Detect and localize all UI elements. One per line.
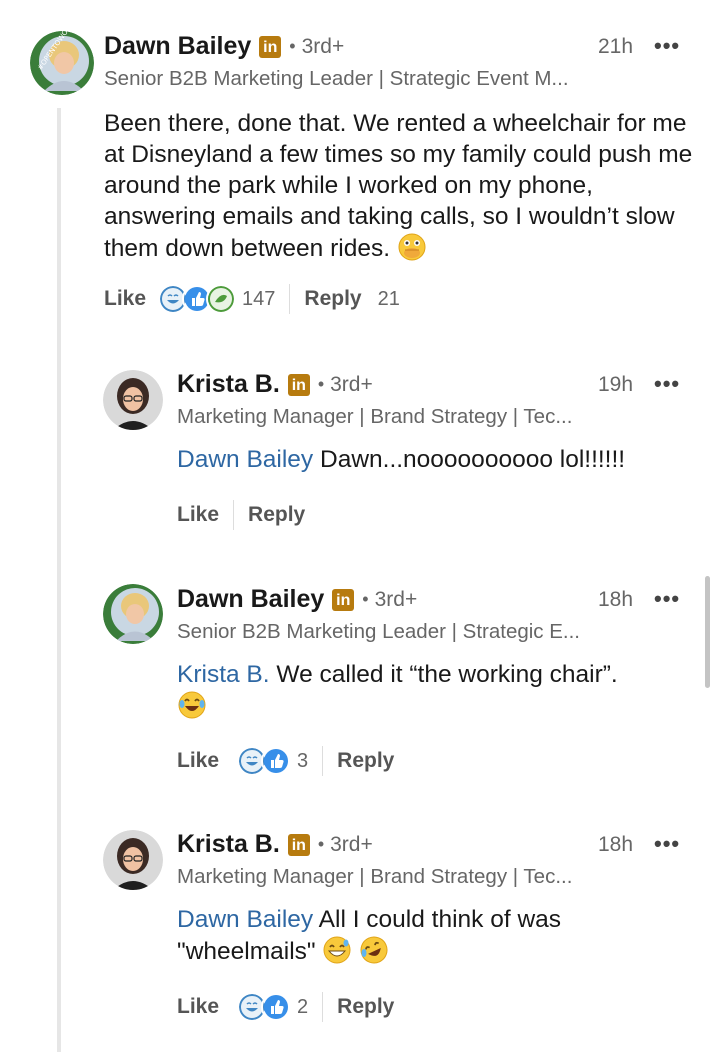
author-name[interactable]: Krista B.	[177, 370, 280, 399]
divider	[289, 284, 291, 314]
separator-dot: •	[317, 374, 325, 394]
author-name[interactable]: Dawn Bailey	[104, 32, 251, 61]
divider	[322, 746, 324, 776]
separator-dot: •	[362, 589, 369, 609]
like-reaction-icon	[261, 746, 292, 776]
comment-text: Dawn Bailey All I could think of was "wh…	[177, 904, 647, 973]
like-reaction-icon	[261, 992, 292, 1022]
separator-dot: •	[289, 36, 296, 56]
comment-body: We called it “the working chair”.	[276, 661, 618, 688]
separator-dot: •	[317, 834, 325, 854]
avatar[interactable]	[103, 584, 163, 644]
author-name[interactable]: Krista B.	[177, 830, 280, 859]
support-reaction-icon	[206, 284, 237, 314]
reply-button[interactable]: Reply	[304, 287, 361, 311]
reply-count[interactable]: 21	[378, 288, 400, 311]
author-name[interactable]: Dawn Bailey	[177, 585, 324, 614]
reply-button[interactable]: Reply	[337, 749, 394, 773]
scrollbar[interactable]	[705, 576, 710, 688]
connection-degree: 3rd+	[301, 34, 345, 58]
mention-link[interactable]: Dawn Bailey	[177, 446, 313, 473]
comment-text: Been there, done that. We rented a wheel…	[104, 108, 694, 270]
mention-link[interactable]: Dawn Bailey	[177, 906, 313, 933]
reply-button[interactable]: Reply	[337, 995, 394, 1019]
connection-degree: 3rd+	[374, 587, 418, 611]
reaction-icons[interactable]	[158, 284, 237, 314]
linkedin-premium-icon: in	[332, 588, 355, 611]
reply-button[interactable]: Reply	[248, 503, 305, 527]
like-button[interactable]: Like	[177, 503, 219, 527]
more-options-icon[interactable]: •••	[654, 831, 680, 857]
avatar[interactable]	[103, 370, 163, 430]
like-button[interactable]: Like	[177, 749, 219, 773]
like-button[interactable]: Like	[177, 995, 219, 1019]
divider	[322, 992, 324, 1022]
face-with-tears-of-joy-icon	[177, 690, 207, 728]
author-headline: Senior B2B Marketing Leader | Strategic …	[177, 620, 581, 643]
timestamp: 21h	[598, 35, 634, 58]
reaction-icons[interactable]	[237, 992, 292, 1022]
like-button[interactable]: Like	[104, 287, 146, 311]
reaction-count[interactable]: 3	[297, 750, 308, 773]
reaction-icons[interactable]	[237, 746, 292, 776]
comment-text: Dawn Bailey Dawn...noooooooooo lol!!!!!!	[177, 444, 697, 475]
timestamp: 18h	[598, 833, 634, 856]
avatar[interactable]	[103, 830, 163, 890]
thread-line	[57, 108, 61, 1052]
more-options-icon[interactable]: •••	[654, 371, 680, 397]
more-options-icon[interactable]: •••	[654, 586, 680, 612]
comment-text: Krista B. We called it “the working chai…	[177, 659, 677, 728]
face-with-hand-over-mouth-icon	[397, 232, 427, 270]
more-options-icon[interactable]: •••	[654, 33, 680, 59]
linkedin-premium-icon: in	[287, 373, 310, 396]
linkedin-premium-icon: in	[287, 833, 310, 856]
divider	[233, 500, 235, 530]
timestamp: 18h	[598, 588, 634, 611]
timestamp: 19h	[598, 373, 634, 396]
avatar[interactable]: #OPENTOWORK	[30, 31, 94, 95]
connection-degree: 3rd+	[330, 372, 373, 396]
linkedin-premium-icon: in	[259, 35, 282, 58]
connection-degree: 3rd+	[330, 832, 373, 856]
comment-body: Dawn...noooooooooo lol!!!!!!	[320, 446, 626, 473]
rolling-on-the-floor-laughing-icon	[359, 935, 389, 973]
author-headline: Marketing Manager | Brand Strategy | Tec…	[177, 405, 573, 428]
reaction-count[interactable]: 147	[242, 288, 275, 311]
author-headline: Marketing Manager | Brand Strategy | Tec…	[177, 865, 573, 888]
grinning-face-with-sweat-icon	[322, 935, 352, 973]
author-headline: Senior B2B Marketing Leader | Strategic …	[104, 67, 569, 90]
reaction-count[interactable]: 2	[297, 996, 308, 1019]
mention-link[interactable]: Krista B.	[177, 661, 270, 688]
